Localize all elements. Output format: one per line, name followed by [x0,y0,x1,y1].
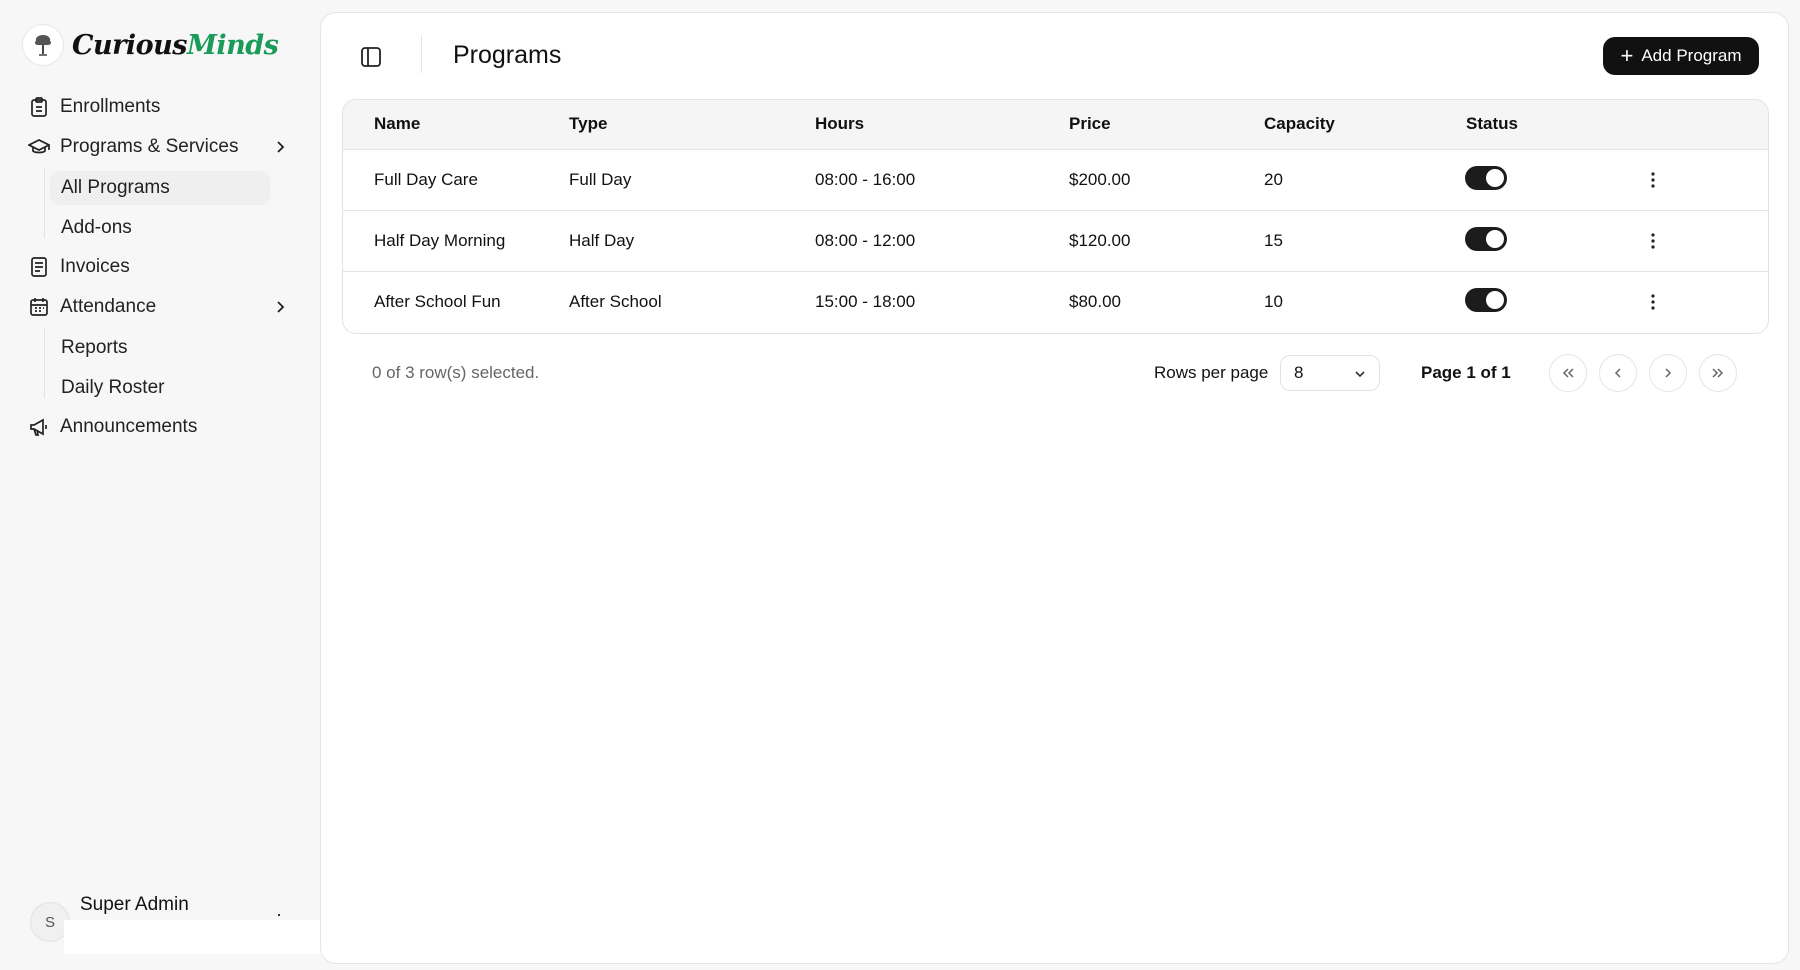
chevron-right-icon[interactable] [270,297,290,317]
calendar-icon [28,296,50,318]
sidebar-sub-all-programs[interactable]: All Programs [50,171,270,205]
chevrons-right-icon [1712,368,1724,378]
page-info: Page 1 of 1 [1421,363,1511,382]
more-vertical-icon[interactable] [1643,168,1663,192]
next-page-button[interactable] [1649,354,1687,392]
brand[interactable]: CuriousMinds [22,24,279,66]
brand-name-part2: Minds [186,29,279,61]
more-vertical-icon[interactable] [1643,290,1663,314]
sidebar-item-label: Announcements [60,416,198,437]
submenu-guide-line [44,168,45,238]
sidebar-item-label: Programs & Services [60,136,239,157]
sidebar: CuriousMinds Enrollments Programs & Serv… [0,0,326,970]
sidebar-item-invoices[interactable]: Invoices [28,250,130,284]
user-menu[interactable]: S Super Admin · [30,894,326,954]
sidebar-item-programs-services[interactable]: Programs & Services [28,130,238,164]
cell-price: $200.00 [1069,170,1131,189]
megaphone-icon [28,416,50,438]
chevron-down-icon [1353,366,1367,386]
cell-hours: 15:00 - 18:00 [815,292,916,311]
cell-type: After School [569,292,662,311]
graduation-cap-icon [28,136,50,158]
sidebar-sub-label: All Programs [61,177,170,198]
sidebar-item-enrollments[interactable]: Enrollments [28,90,160,124]
toggle-knob [1486,291,1504,309]
main-panel: Programs + Add Program Name Type Hours P… [320,12,1789,964]
header-divider [421,35,422,73]
table-row[interactable]: After School Fun After School 15:00 - 18… [343,272,1768,333]
page-title: Programs [453,41,562,69]
cell-price: $80.00 [1069,292,1121,311]
chevron-right-icon[interactable] [270,137,290,157]
clipboard-icon [28,96,50,118]
brand-name-part1: Curious [72,29,187,61]
rows-per-page-value: 8 [1294,363,1304,382]
cell-capacity: 15 [1264,231,1283,250]
sidebar-item-announcements[interactable]: Announcements [28,410,197,444]
column-header-name: Name [374,114,421,133]
sidebar-sub-reports[interactable]: Reports [50,331,270,365]
programs-table: Name Type Hours Price Capacity Status Fu… [342,99,1769,334]
sidebar-item-attendance[interactable]: Attendance [28,290,156,324]
sidebar-item-label: Attendance [60,296,157,317]
add-program-button[interactable]: + Add Program [1603,37,1759,75]
previous-page-button[interactable] [1599,354,1637,392]
last-page-button[interactable] [1699,354,1737,392]
plus-icon: + [1620,43,1634,68]
table-header: Name Type Hours Price Capacity Status [343,100,1768,150]
user-name: Super Admin [80,894,189,915]
sidebar-sub-label: Add-ons [61,217,132,238]
column-header-status: Status [1466,114,1518,133]
cell-capacity: 20 [1264,170,1283,189]
sidebar-sub-add-ons[interactable]: Add-ons [50,211,270,245]
status-toggle[interactable] [1465,227,1507,251]
tree-logo-icon [22,24,64,66]
status-toggle[interactable] [1465,288,1507,312]
cell-hours: 08:00 - 12:00 [815,231,916,250]
cell-capacity: 10 [1264,292,1283,311]
add-program-label: Add Program [1641,46,1742,65]
table-row[interactable]: Half Day Morning Half Day 08:00 - 12:00 … [343,211,1768,272]
rows-per-page-label: Rows per page [1154,363,1269,382]
column-header-type: Type [569,114,608,133]
selection-count: 0 of 3 row(s) selected. [372,363,540,382]
rows-per-page-select[interactable]: 8 [1280,355,1380,391]
cell-type: Full Day [569,170,632,189]
sidebar-sub-label: Daily Roster [61,377,165,398]
user-email-mask [64,920,326,954]
sidebar-sub-label: Reports [61,337,128,358]
receipt-icon [28,256,50,278]
column-header-hours: Hours [815,114,865,133]
chevron-left-icon [1614,368,1621,378]
table-row[interactable]: Full Day Care Full Day 08:00 - 16:00 $20… [343,150,1768,211]
brand-name: CuriousMinds [72,29,279,61]
more-vertical-icon[interactable] [1643,229,1663,253]
submenu-guide-line [44,328,45,398]
chevron-right-icon [1665,368,1672,378]
cell-price: $120.00 [1069,231,1131,250]
cell-name: Half Day Morning [374,231,506,250]
sidebar-sub-daily-roster[interactable]: Daily Roster [50,371,270,405]
sidebar-item-label: Enrollments [60,96,161,117]
cell-name: After School Fun [374,292,501,311]
column-header-price: Price [1069,114,1111,133]
sidebar-item-label: Invoices [60,256,130,277]
sidebar-toggle-icon[interactable] [357,43,385,71]
first-page-button[interactable] [1549,354,1587,392]
status-toggle[interactable] [1465,166,1507,190]
toggle-knob [1486,230,1504,248]
toggle-knob [1486,169,1504,187]
column-header-capacity: Capacity [1264,114,1335,133]
cell-name: Full Day Care [374,170,478,189]
cell-hours: 08:00 - 16:00 [815,170,916,189]
chevrons-left-icon [1562,368,1574,378]
cell-type: Half Day [569,231,635,250]
